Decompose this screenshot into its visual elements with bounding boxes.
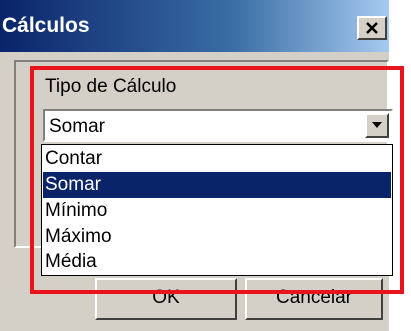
- chevron-down-icon: [372, 122, 382, 128]
- dropdown-option-media[interactable]: Média: [43, 249, 391, 275]
- calculation-type-combobox[interactable]: Somar: [43, 109, 393, 142]
- combobox-selected-value: Somar: [49, 116, 105, 137]
- close-button[interactable]: [357, 16, 387, 40]
- dropdown-option-maximo[interactable]: Máximo: [43, 224, 391, 250]
- dropdown-option-contar[interactable]: Contar: [43, 146, 391, 172]
- dropdown-option-minimo[interactable]: Mínimo: [43, 198, 391, 224]
- close-icon: [366, 22, 378, 34]
- cancel-button[interactable]: Cancelar: [245, 278, 383, 320]
- calculation-type-label: Tipo de Cálculo: [45, 76, 177, 97]
- window-title: Cálculos: [2, 14, 90, 37]
- dialog-window: Cálculos Tipo de Cálculo Somar Contar So…: [0, 0, 393, 331]
- dropdown-option-somar[interactable]: Somar: [43, 172, 391, 198]
- ok-button[interactable]: OK: [95, 278, 237, 320]
- title-bar[interactable]: Cálculos: [0, 0, 389, 52]
- calculation-type-dropdown-list: Contar Somar Mínimo Máximo Média: [41, 144, 393, 276]
- combobox-dropdown-button[interactable]: [365, 113, 389, 138]
